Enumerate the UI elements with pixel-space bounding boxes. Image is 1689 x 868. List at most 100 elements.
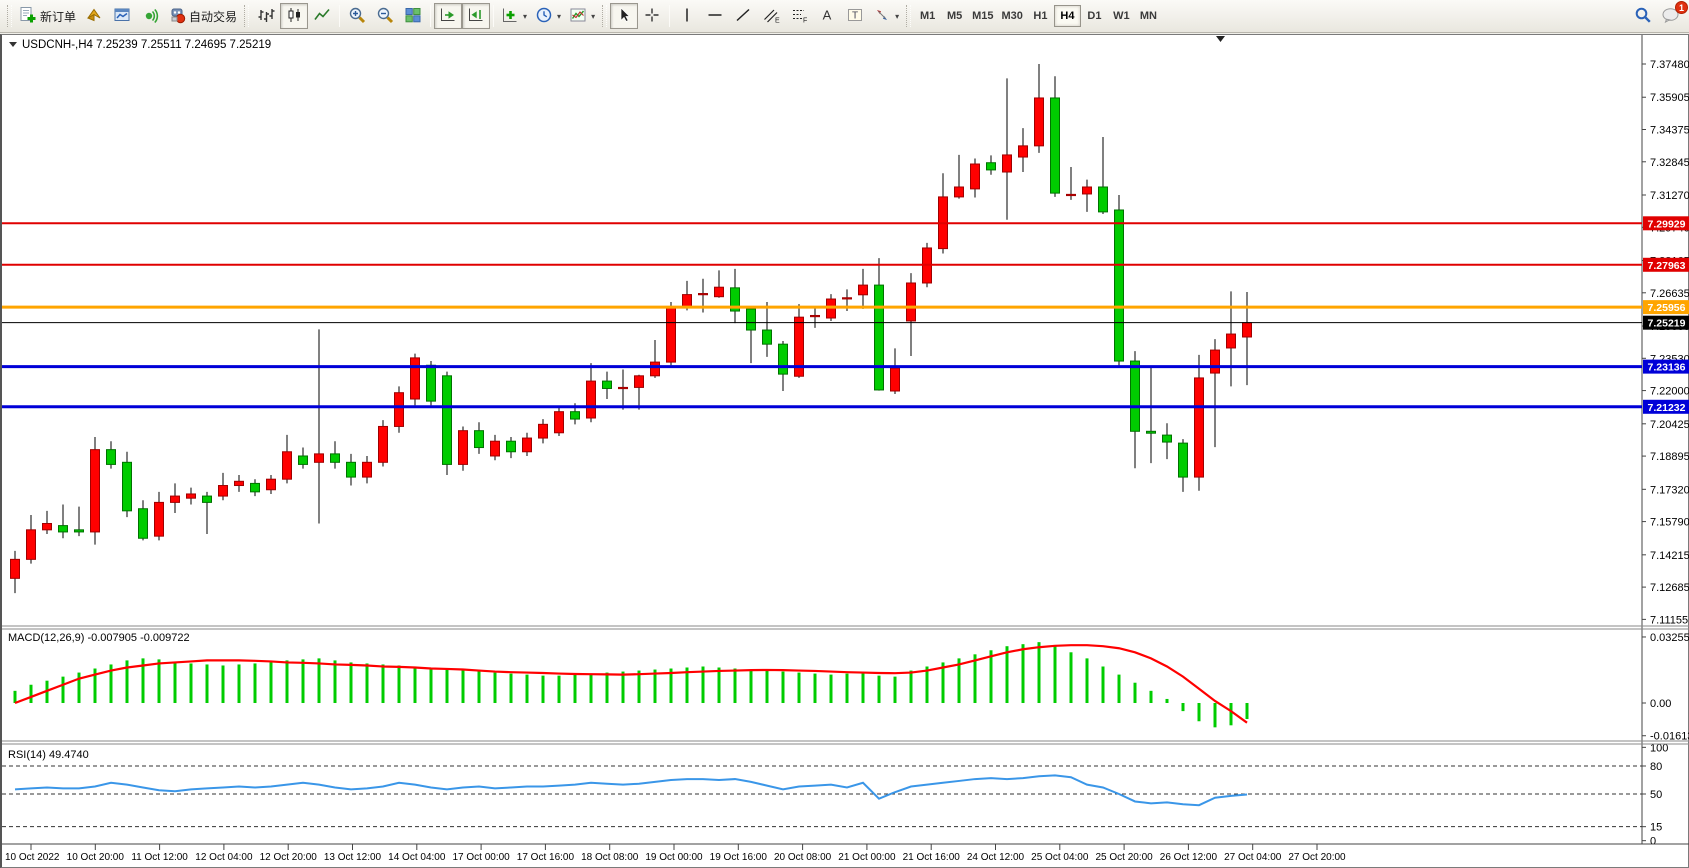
chevron-down-icon: ▾	[895, 12, 899, 21]
chart-shift-button[interactable]	[462, 3, 490, 29]
cursor-icon	[615, 6, 633, 27]
autotrading-button[interactable]: 自动交易	[164, 3, 241, 29]
chart-window-icon	[113, 6, 131, 27]
crosshair-button[interactable]	[638, 3, 666, 29]
trend-line-button[interactable]	[729, 3, 757, 29]
new-order-button[interactable]: 新订单	[15, 3, 80, 29]
candlestick-chart-button[interactable]	[280, 3, 308, 29]
tab-m30[interactable]: M30	[998, 5, 1027, 27]
svg-text:7.11155: 7.11155	[1650, 614, 1688, 626]
tab-d1[interactable]: D1	[1081, 5, 1108, 27]
candle	[443, 376, 452, 465]
zoom-in-button[interactable]	[343, 3, 371, 29]
axes: 7.374807.359057.343757.328457.312707.297…	[2, 35, 1689, 848]
candle	[891, 368, 900, 391]
candle	[475, 431, 484, 448]
candle	[987, 163, 996, 170]
candle	[1179, 443, 1188, 477]
metaquotes-button[interactable]	[80, 3, 108, 29]
svg-text:26 Oct 12:00: 26 Oct 12:00	[1160, 852, 1218, 863]
candle	[1163, 435, 1172, 442]
candle	[1147, 431, 1156, 433]
notifications-button[interactable]: 1	[1657, 3, 1685, 29]
tab-mn[interactable]: MN	[1135, 5, 1162, 27]
svg-text:19 Oct 00:00: 19 Oct 00:00	[645, 852, 703, 863]
zoom-out-button[interactable]	[371, 3, 399, 29]
svg-text:21 Oct 00:00: 21 Oct 00:00	[838, 852, 896, 863]
cursor-button[interactable]	[610, 3, 638, 29]
tab-m5[interactable]: M5	[941, 5, 968, 27]
collapse-triangle-icon	[9, 42, 17, 47]
periods-button[interactable]: ▾	[531, 3, 565, 29]
horizontal-line-button[interactable]	[701, 3, 729, 29]
toolbar-separator	[669, 5, 670, 27]
main-toolbar: 新订单 自动交易	[0, 0, 1689, 33]
chart-window-button[interactable]	[108, 3, 136, 29]
auto-scroll-button[interactable]	[434, 3, 462, 29]
svg-text:7.27963: 7.27963	[1648, 260, 1686, 272]
svg-text:7.31270: 7.31270	[1650, 190, 1689, 202]
toolbar-grip[interactable]	[7, 5, 12, 27]
tab-w1[interactable]: W1	[1108, 5, 1135, 27]
toolbar-grip[interactable]	[602, 5, 607, 27]
signals-button[interactable]	[136, 3, 164, 29]
mt4-terminal: 新订单 自动交易	[0, 0, 1689, 868]
fibonacci-button[interactable]: F	[785, 3, 813, 29]
bar-chart-button[interactable]	[252, 3, 280, 29]
vertical-line-icon	[678, 6, 696, 27]
svg-text:15: 15	[1650, 822, 1662, 834]
add-indicator-icon	[501, 6, 519, 27]
toolbar-separator	[430, 5, 431, 27]
toolbar-grip[interactable]	[906, 5, 911, 27]
candle	[27, 530, 36, 560]
candle	[411, 358, 420, 399]
tab-h1[interactable]: H1	[1027, 5, 1054, 27]
new-order-label: 新订单	[40, 8, 76, 25]
svg-text:50: 50	[1650, 789, 1662, 801]
equidistant-channel-button[interactable]: E	[757, 3, 785, 29]
templates-icon	[569, 6, 587, 27]
price-chart-canvas[interactable]: 7.374807.359057.343757.328457.312707.297…	[2, 35, 1689, 867]
vertical-line-button[interactable]	[673, 3, 701, 29]
candle	[955, 187, 964, 197]
tab-m1[interactable]: M1	[914, 5, 941, 27]
horizontal-line-icon	[706, 6, 724, 27]
tab-h4[interactable]: H4	[1054, 5, 1081, 27]
svg-text:0: 0	[1650, 836, 1656, 848]
text-label-button[interactable]: T	[841, 3, 869, 29]
candle	[251, 483, 260, 491]
crosshair-icon	[643, 6, 661, 27]
candle	[155, 502, 164, 536]
candle	[107, 450, 116, 465]
tab-m15[interactable]: M15	[968, 5, 997, 27]
arrows-button[interactable]: ▾	[869, 3, 903, 29]
price-badges: 7.299297.279637.259567.231367.212327.252…	[1643, 216, 1689, 413]
chevron-down-icon: ▾	[591, 12, 595, 21]
candle	[235, 481, 244, 485]
candle	[1131, 361, 1140, 431]
chart-window: 7.374807.359057.343757.328457.312707.297…	[0, 34, 1689, 868]
chevron-down-icon: ▾	[557, 12, 561, 21]
rsi-label: RSI(14) 49.4740	[8, 749, 89, 761]
svg-text:12 Oct 04:00: 12 Oct 04:00	[195, 852, 253, 863]
svg-text:25 Oct 20:00: 25 Oct 20:00	[1095, 852, 1153, 863]
text-button[interactable]: A	[813, 3, 841, 29]
candle	[315, 454, 324, 462]
svg-text:25 Oct 04:00: 25 Oct 04:00	[1031, 852, 1089, 863]
templates-button[interactable]: ▾	[565, 3, 599, 29]
svg-text:27 Oct 20:00: 27 Oct 20:00	[1288, 852, 1346, 863]
tile-windows-button[interactable]	[399, 3, 427, 29]
candle	[683, 295, 692, 308]
add-indicator-button[interactable]: ▾	[497, 3, 531, 29]
candle	[779, 344, 788, 374]
bar-chart-icon	[257, 6, 275, 27]
line-chart-button[interactable]	[308, 3, 336, 29]
autotrading-icon	[168, 6, 186, 27]
candle	[1211, 350, 1220, 373]
candle	[11, 559, 20, 578]
candle	[363, 462, 372, 477]
candle	[299, 456, 308, 464]
search-button[interactable]	[1629, 3, 1657, 29]
toolbar-grip[interactable]	[244, 5, 249, 27]
candle	[1099, 187, 1108, 212]
